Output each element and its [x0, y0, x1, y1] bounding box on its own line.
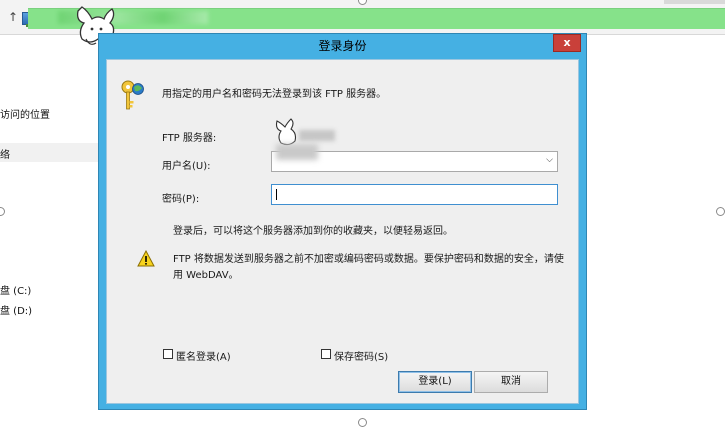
- dialog-content: 用指定的用户名和密码无法登录到该 FTP 服务器。 FTP 服务器: 用户名(U…: [106, 59, 579, 404]
- nav-item-drive-c[interactable]: 盘 (C:): [0, 282, 31, 297]
- resize-handle-right[interactable]: [716, 207, 725, 216]
- warning-icon: [137, 250, 155, 267]
- server-value-redacted: [299, 130, 335, 141]
- dialog-title: 登录身份: [318, 39, 367, 53]
- username-combobox[interactable]: ⌵: [271, 144, 558, 172]
- username-label: 用户名(U):: [162, 161, 211, 172]
- rabbit-sticker-icon: [275, 118, 297, 146]
- save-password-checkbox[interactable]: [321, 349, 331, 359]
- nav-item-drive-d[interactable]: 盘 (D:): [0, 302, 32, 317]
- nav-item-network[interactable]: 络: [0, 143, 98, 162]
- keys-icon: [121, 80, 144, 110]
- text-caret: [276, 189, 277, 200]
- chevron-down-icon[interactable]: ⌵: [546, 155, 553, 165]
- resize-handle-left[interactable]: [0, 207, 5, 216]
- cancel-button[interactable]: 取消: [474, 371, 548, 393]
- anonymous-login-checkbox[interactable]: [163, 349, 173, 359]
- nav-item-recent-places[interactable]: 访问的位置: [0, 106, 50, 121]
- info-message: 登录后，可以将这个服务器添加到你的收藏夹，以便轻易返回。: [173, 226, 453, 237]
- close-button[interactable]: x: [553, 34, 581, 52]
- username-value-redacted: [276, 144, 318, 160]
- intro-message: 用指定的用户名和密码无法登录到该 FTP 服务器。: [162, 89, 387, 100]
- nav-item-label: 络: [0, 150, 10, 161]
- window-edge: [664, 0, 725, 4]
- login-button[interactable]: 登录(L): [398, 371, 472, 393]
- warning-message-line1: FTP 将数据发送到服务器之前不加密或编码密码或数据。要保护密码和数据的安全，请…: [173, 254, 564, 265]
- up-arrow-icon[interactable]: ↑: [8, 10, 18, 24]
- login-dialog: 登录身份 x 用指定的用户名和密码无法登录到该 FTP 服务器。 FTP 服务器…: [98, 33, 587, 410]
- password-field[interactable]: [271, 184, 558, 205]
- password-label: 密码(P):: [162, 194, 200, 205]
- warning-message-line2: 用 WebDAV。: [173, 270, 239, 281]
- server-label: FTP 服务器:: [162, 133, 217, 144]
- save-password-label[interactable]: 保存密码(S): [334, 348, 388, 363]
- anonymous-login-label[interactable]: 匿名登录(A): [176, 348, 231, 363]
